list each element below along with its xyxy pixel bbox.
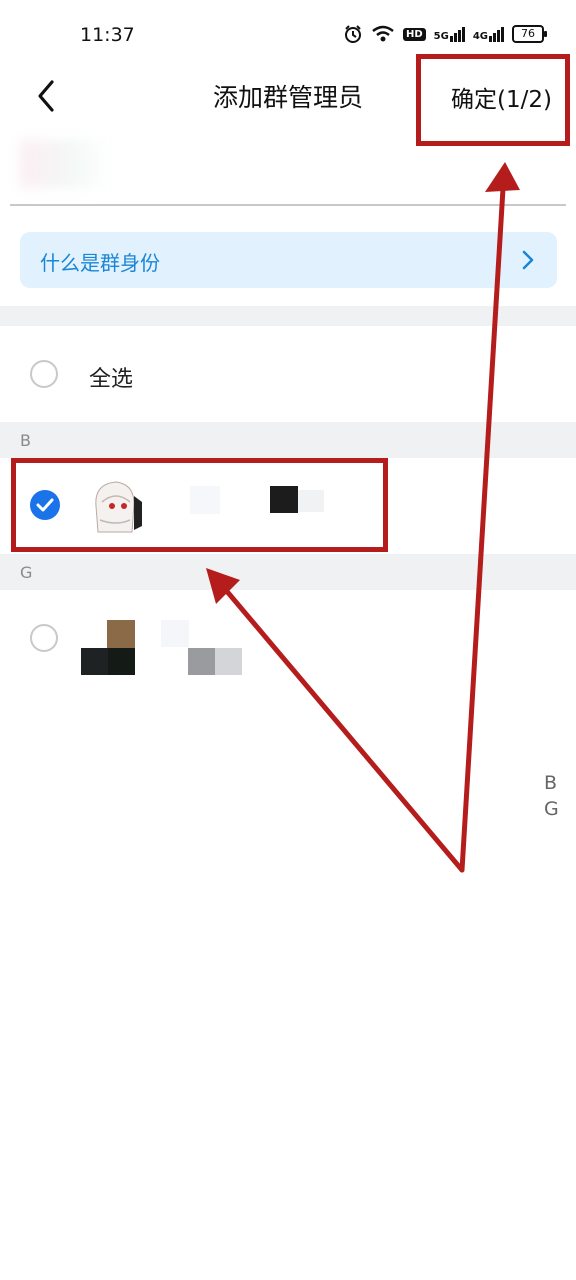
annotation-arrowhead-up	[485, 162, 520, 192]
annotation-arrow-left	[211, 573, 465, 873]
annotation-arrow-up	[459, 169, 507, 873]
annotation-arrows	[206, 162, 520, 873]
